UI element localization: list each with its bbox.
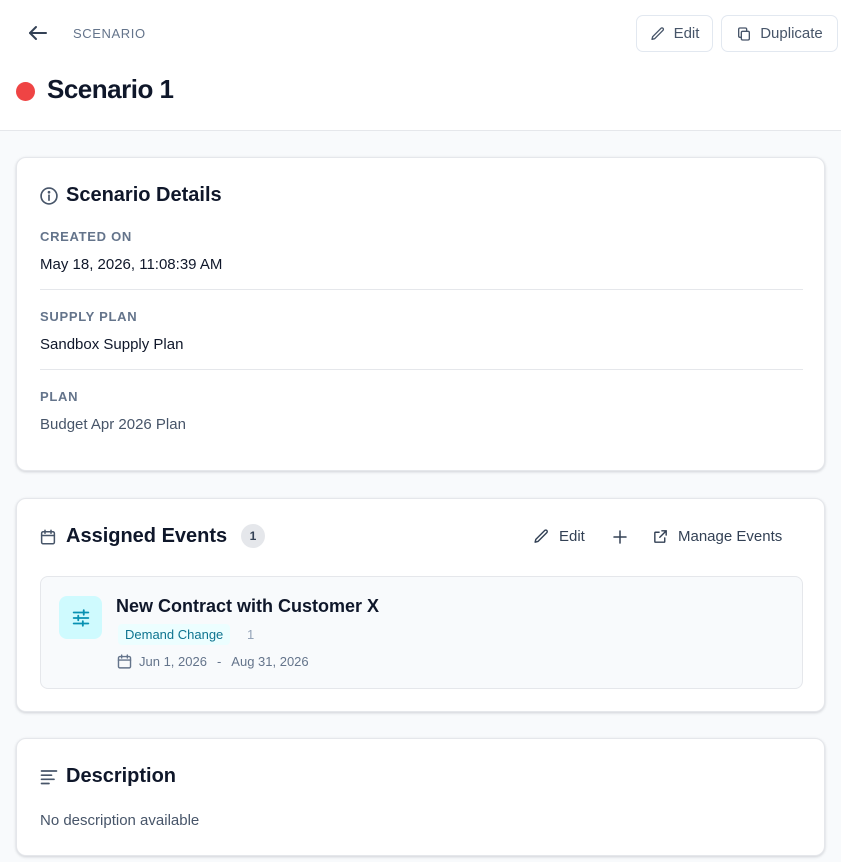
copy-icon xyxy=(736,26,752,42)
add-event-button[interactable] xyxy=(611,528,629,546)
date-separator: - xyxy=(216,654,222,669)
divider xyxy=(40,369,803,370)
event-date-range: Jun 1, 2026 - Aug 31, 2026 xyxy=(116,653,309,670)
created-on-value: May 18, 2026, 11:08:39 AM xyxy=(40,256,223,273)
event-name[interactable]: New Contract with Customer X xyxy=(116,596,379,617)
event-end-date: Aug 31, 2026 xyxy=(231,654,309,669)
event-quantity: 1 xyxy=(247,627,255,642)
pencil-icon xyxy=(533,528,550,545)
scenario-details-title: Scenario Details xyxy=(66,184,222,206)
text-lines-icon xyxy=(39,766,59,786)
manage-events-label: Manage Events xyxy=(678,528,783,545)
created-on-label: CREATED ON xyxy=(40,229,132,244)
assigned-events-title: Assigned Events xyxy=(66,525,228,547)
status-dot xyxy=(16,82,35,101)
edit-scenario-label: Edit xyxy=(673,25,700,42)
event-start-date: Jun 1, 2026 xyxy=(139,654,207,669)
supply-plan-label: SUPPLY PLAN xyxy=(40,309,138,324)
edit-scenario-button[interactable]: Edit xyxy=(636,15,713,52)
manage-events-button[interactable]: Manage Events xyxy=(652,528,782,545)
events-count-badge: 1 xyxy=(241,524,265,548)
plan-label: PLAN xyxy=(40,389,79,404)
edit-events-button[interactable]: Edit xyxy=(533,528,585,545)
back-arrow-icon[interactable] xyxy=(26,21,50,45)
event-list-item[interactable]: New Contract with Customer X Demand Chan… xyxy=(40,576,803,689)
plan-value: Budget Apr 2026 Plan xyxy=(40,416,186,433)
calendar-icon xyxy=(39,528,59,548)
description-title: Description xyxy=(66,765,177,787)
external-link-icon xyxy=(652,528,669,545)
duplicate-scenario-button[interactable]: Duplicate xyxy=(721,15,838,52)
supply-plan-value: Sandbox Supply Plan xyxy=(40,336,184,353)
page-header: SCENARIO Edit Duplicate Scenario 1 xyxy=(0,0,841,131)
calendar-icon xyxy=(116,653,133,670)
description-card: Description No description available xyxy=(16,738,825,856)
scenario-details-card: Scenario Details CREATED ON May 18, 2026… xyxy=(16,157,825,471)
info-icon xyxy=(39,186,59,206)
edit-events-label: Edit xyxy=(559,528,585,545)
assigned-events-card: Assigned Events 1 Edit Manage Events New… xyxy=(16,498,825,712)
divider xyxy=(40,289,803,290)
plus-icon xyxy=(611,528,629,546)
page-title: Scenario 1 xyxy=(47,74,174,104)
breadcrumb: SCENARIO xyxy=(73,26,146,41)
duplicate-scenario-label: Duplicate xyxy=(760,25,823,42)
pencil-icon xyxy=(650,26,666,42)
description-text: No description available xyxy=(40,812,200,829)
event-type-badge: Demand Change xyxy=(118,624,231,645)
sliders-icon xyxy=(59,596,102,639)
